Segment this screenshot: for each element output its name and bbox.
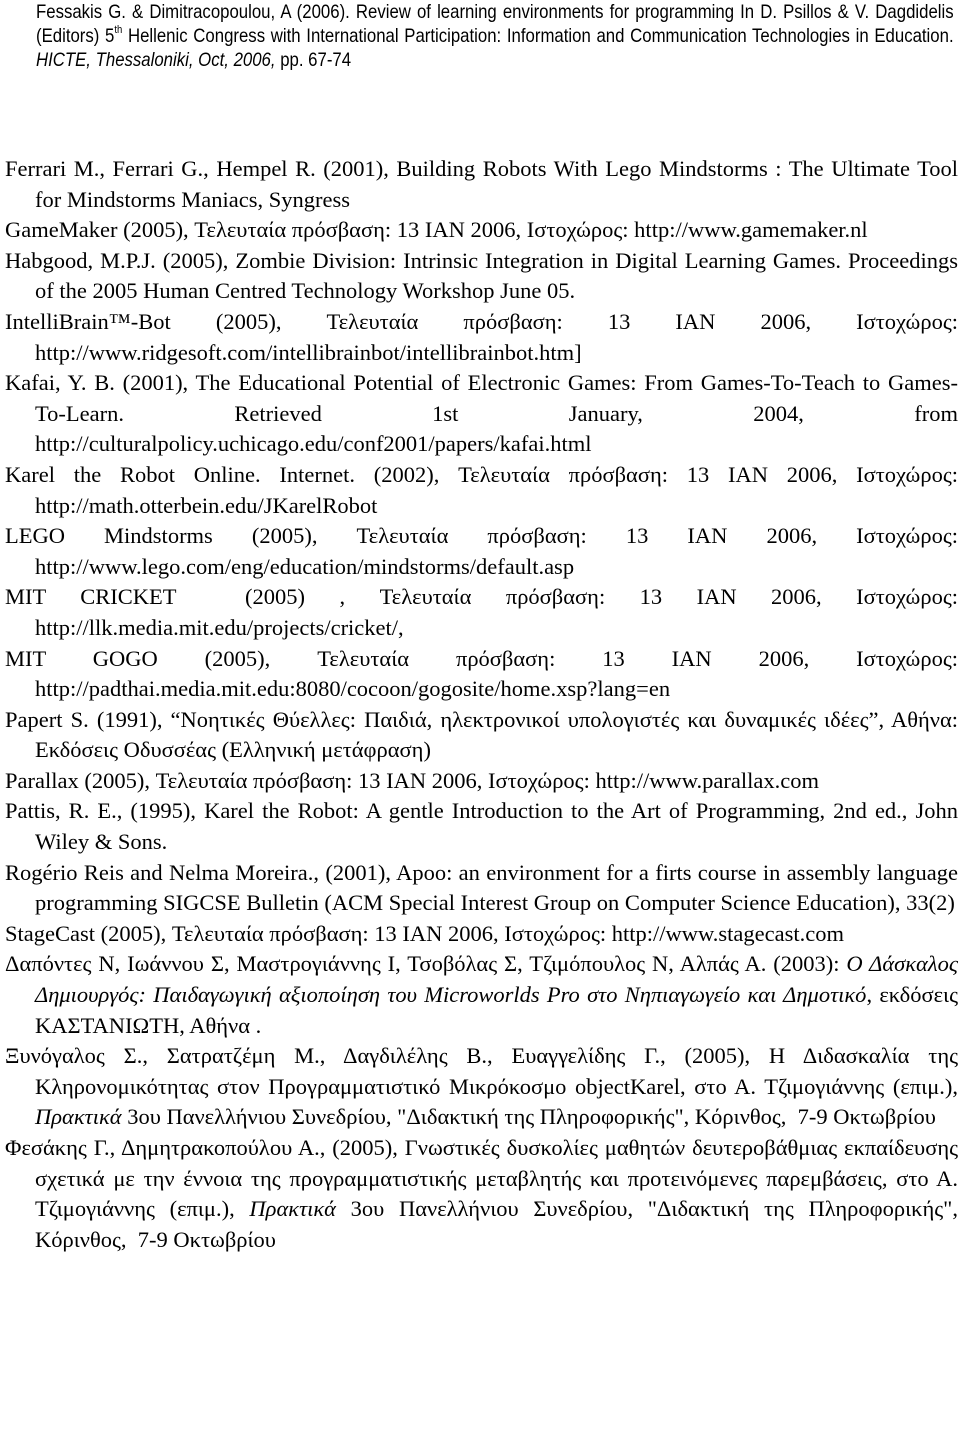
reference-text: MIT CRICKET (2005) , Τελευταία πρόσβαση:… [5,584,958,640]
top-reference: Fessakis G. & Dimitracopoulou, A (2006).… [36,0,954,72]
reference-item: Δαπόντες Ν, Ιωάννου Σ, Μαστρογιάννης Ι, … [5,949,958,1041]
reference-text: StageCast (2005), Τελευταία πρόσβαση: 13… [5,920,844,946]
reference-item: MIT CRICKET (2005) , Τελευταία πρόσβαση:… [5,582,958,643]
reference-text: 3ου Πανελλήνιου Συνεδρίου, "Διδακτική τη… [121,1104,936,1130]
reference-text: Ferrari M., Ferrari G., Hempel R. (2001)… [5,156,958,212]
reference-text: Papert S. (1991), “Νοητικές Θύελλες: Παι… [5,706,958,763]
reference-text: Δαπόντες Ν, Ιωάννου Σ, Μαστρογιάννης Ι, … [5,951,847,977]
top-reference-text: Hellenic Congress with International Par… [122,25,954,47]
top-reference-italic: HICTE, Thessaloniki, Oct, 2006, [36,49,276,71]
reference-text: Parallax (2005), Τελευταία πρόσβαση: 13 … [5,767,819,793]
reference-italic-title: Πρακτικά [249,1196,336,1222]
reference-item: Φεσάκης Γ., Δημητρακοπούλου Α., (2005), … [5,1133,958,1255]
reference-item: Habgood, M.P.J. (2005), Zombie Division:… [5,246,958,307]
reference-item: Ξυνόγαλος Σ., Σατρατζέμη Μ., Δαγδιλέλης … [5,1041,958,1133]
reference-item: MIT GOGO (2005), Τελευταία πρόσβαση: 13 … [5,644,958,705]
reference-text: LEGO Mindstorms (2005), Τελευταία πρόσβα… [5,523,958,579]
reference-text: Ξυνόγαλος Σ., Σατρατζέμη Μ., Δαγδιλέλης … [5,1043,958,1099]
reference-text: GameMaker (2005), Τελευταία πρόσβαση: 13… [5,217,868,243]
reference-text: Karel the Robot Online. Internet. (2002)… [5,461,958,518]
reference-item: StageCast (2005), Τελευταία πρόσβαση: 13… [5,919,958,950]
reference-text: Pattis, R. E., (1995), Karel the Robot: … [5,798,958,855]
reference-item: IntelliBrain™-Bot (2005), Τελευταία πρόσ… [5,307,958,368]
reference-item: Parallax (2005), Τελευταία πρόσβαση: 13 … [5,766,958,797]
reference-text: Habgood, M.P.J. (2005), Zombie Division:… [5,247,958,304]
reference-text: Rogério Reis and Nelma Moreira., (2001),… [5,859,958,916]
reference-text: IntelliBrain™-Bot (2005), Τελευταία πρόσ… [5,308,958,365]
reference-item: LEGO Mindstorms (2005), Τελευταία πρόσβα… [5,521,958,582]
reference-list: Ferrari M., Ferrari G., Hempel R. (2001)… [5,154,958,1255]
reference-item: Pattis, R. E., (1995), Karel the Robot: … [5,796,958,857]
reference-item: Rogério Reis and Nelma Moreira., (2001),… [5,858,958,919]
top-reference-text: pp. 67-74 [275,49,352,71]
reference-item: Kafai, Y. B. (2001), The Educational Pot… [5,368,958,460]
reference-text: Kafai, Y. B. (2001), The Educational Pot… [5,370,958,457]
reference-italic-title: Πρακτικά [35,1104,122,1130]
reference-item: Papert S. (1991), “Νοητικές Θύελλες: Παι… [5,705,958,766]
reference-item: Ferrari M., Ferrari G., Hempel R. (2001)… [5,154,958,215]
reference-text: MIT GOGO (2005), Τελευταία πρόσβαση: 13 … [5,645,958,702]
reference-item: Karel the Robot Online. Internet. (2002)… [5,460,958,521]
reference-item: GameMaker (2005), Τελευταία πρόσβαση: 13… [5,215,958,246]
